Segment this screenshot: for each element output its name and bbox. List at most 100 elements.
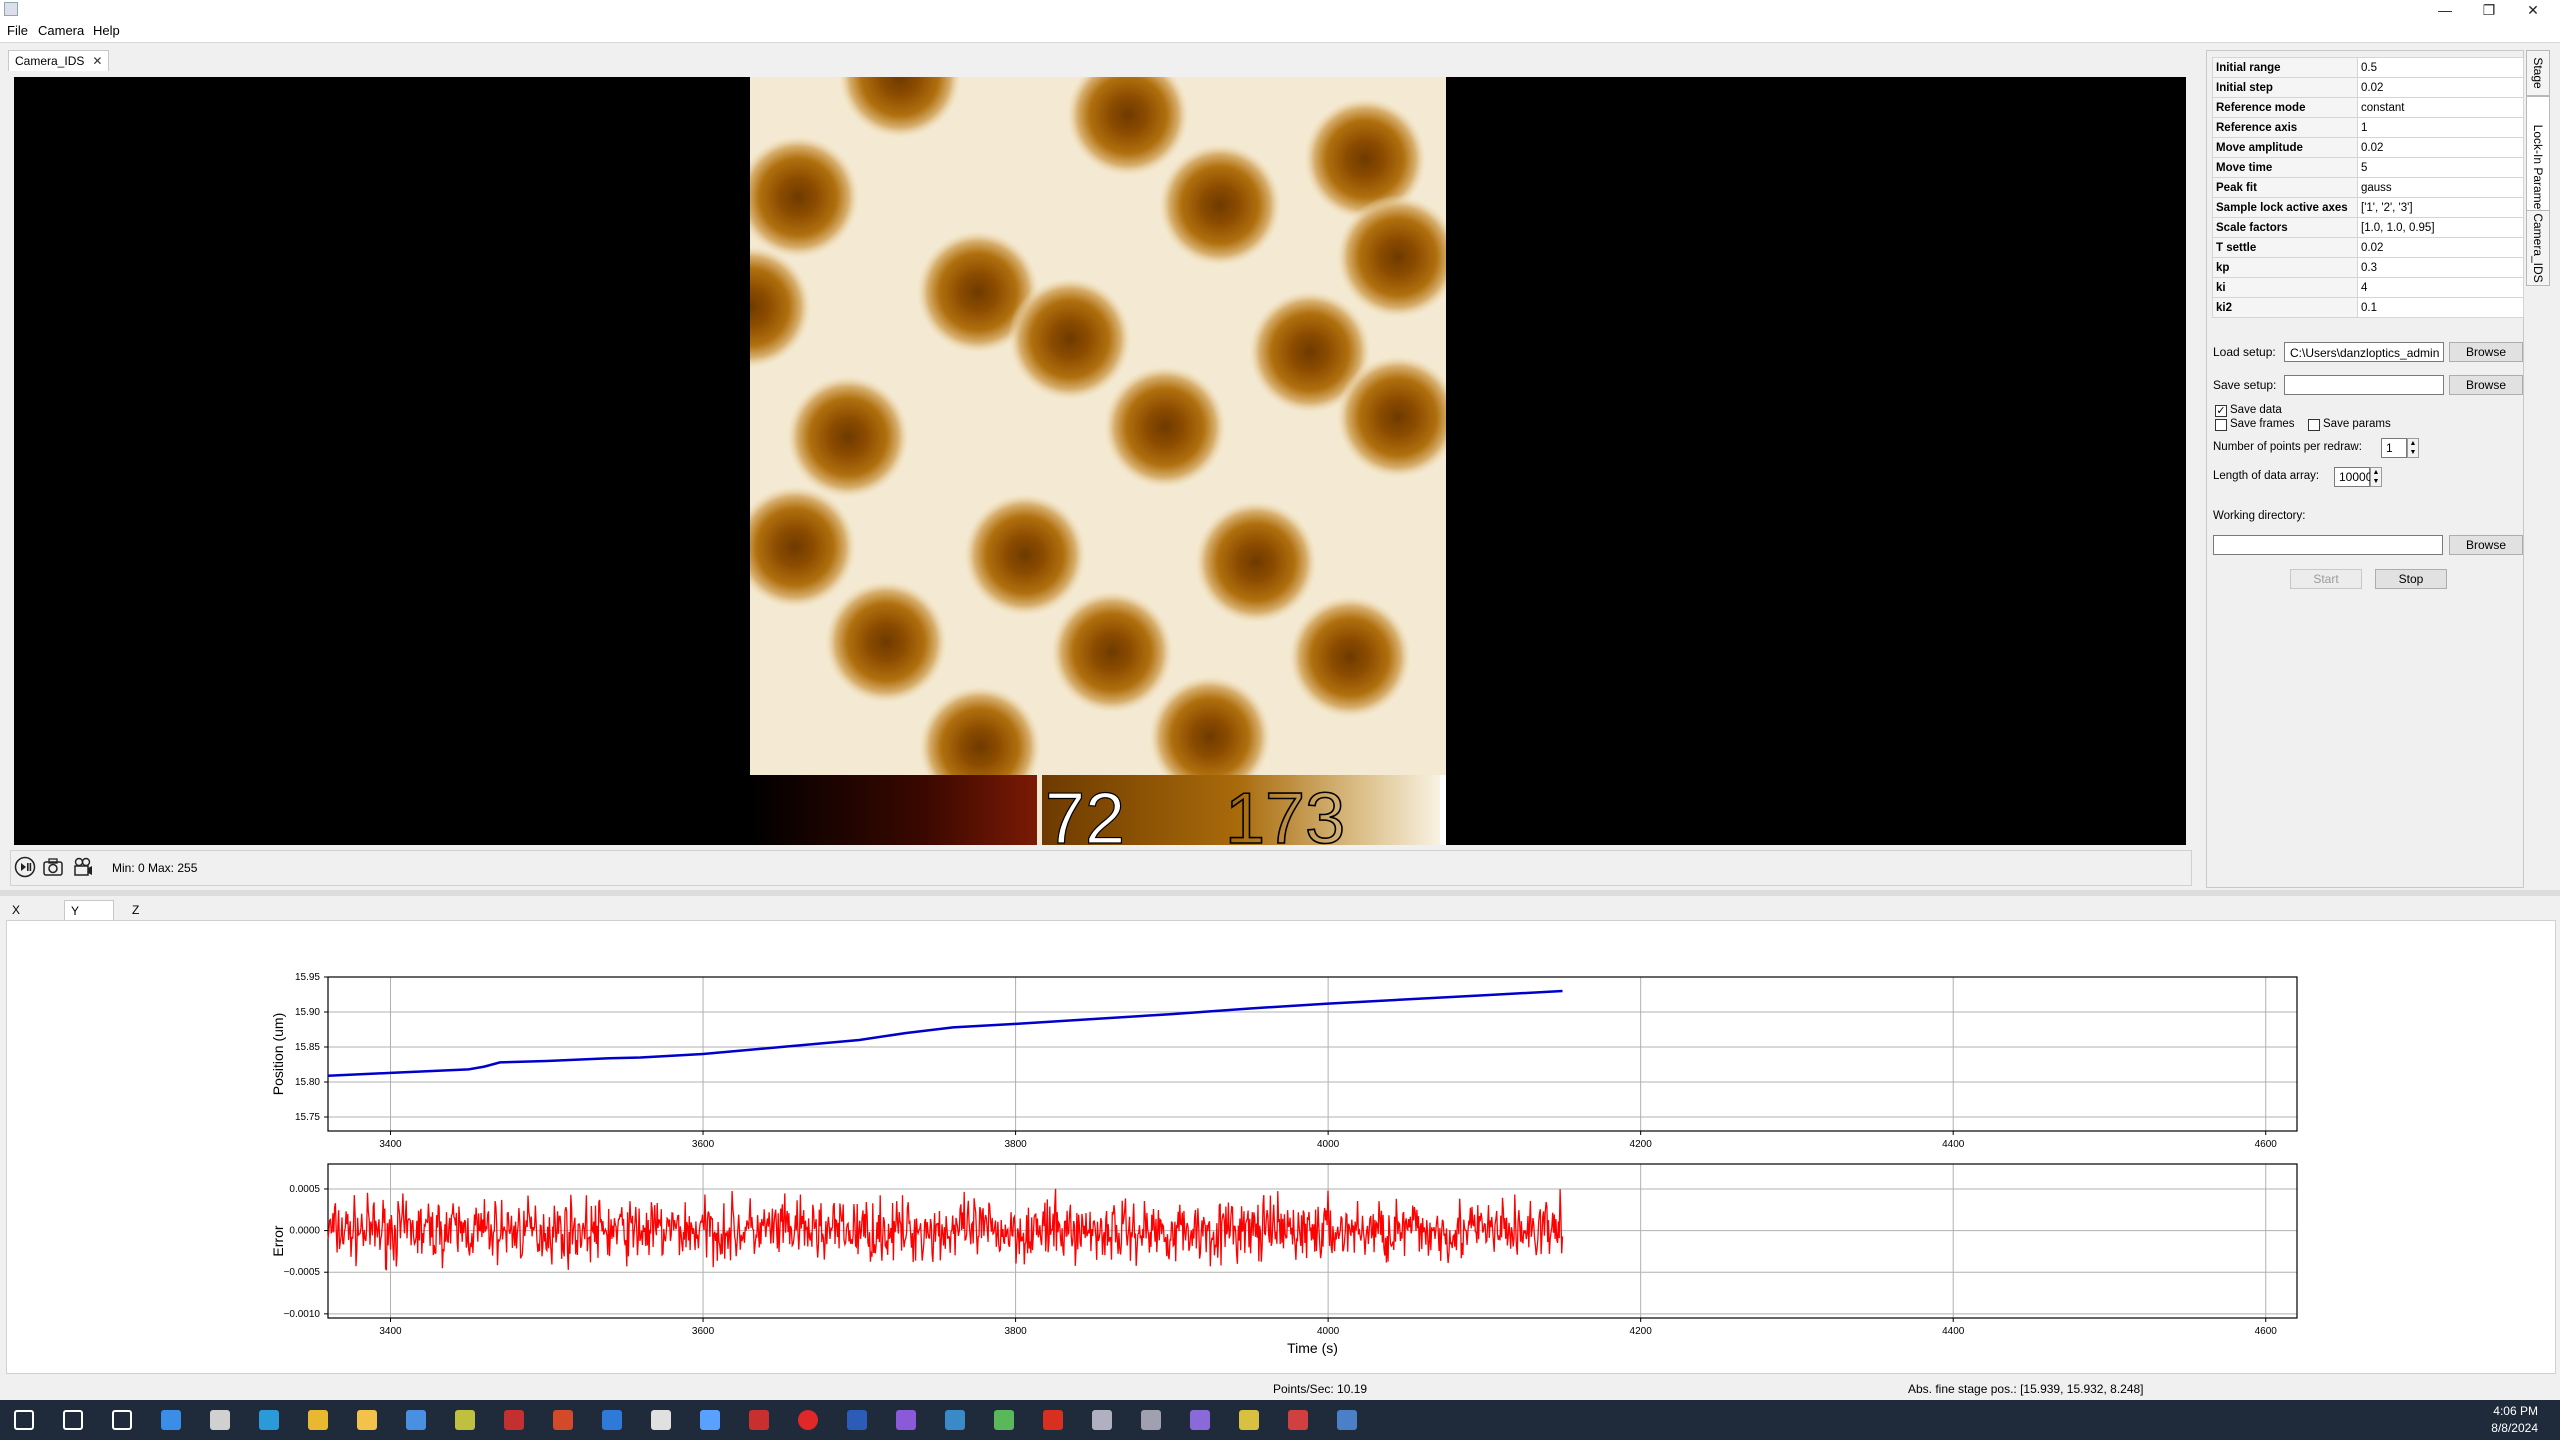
visual-studio-icon[interactable] [896, 1410, 916, 1430]
param-row[interactable]: Reference axis 1 [2212, 117, 2524, 138]
python-icon[interactable] [1337, 1410, 1357, 1430]
working-directory-browse-button[interactable]: Browse [2449, 535, 2523, 555]
splitter-handle[interactable] [0, 890, 2560, 896]
param-row[interactable]: Sample lock active axes ['1', '2', '3'] [2212, 197, 2524, 218]
file-explorer-icon[interactable] [357, 1410, 377, 1430]
param-value[interactable]: gauss [2357, 177, 2524, 198]
acrobat-icon[interactable] [1043, 1410, 1063, 1430]
save-params-checkbox[interactable] [2308, 419, 2320, 431]
diffraction-spot [1050, 590, 1174, 714]
param-row[interactable]: T settle 0.02 [2212, 237, 2524, 258]
app-icon[interactable] [161, 1410, 181, 1430]
colorbar-max-marker[interactable] [1440, 775, 1446, 845]
param-row[interactable]: kp 0.3 [2212, 257, 2524, 278]
app-icon[interactable] [504, 1410, 524, 1430]
param-value[interactable]: constant [2357, 97, 2524, 118]
param-row[interactable]: Move time 5 [2212, 157, 2524, 178]
stop-button[interactable]: Stop [2375, 569, 2447, 589]
param-value[interactable]: 0.5 [2357, 57, 2524, 78]
store-icon[interactable] [406, 1410, 426, 1430]
menu-file[interactable]: File [7, 23, 28, 38]
position-error-charts[interactable]: 3400 3600 3800 4000 4200 4400 4600 15.95 15.90 15… [7, 921, 2555, 1373]
github-icon[interactable] [1190, 1410, 1210, 1430]
param-row[interactable]: Move amplitude 0.02 [2212, 137, 2524, 158]
red-dot-icon[interactable] [798, 1410, 818, 1430]
start-icon[interactable] [14, 1410, 34, 1430]
edge-icon[interactable] [259, 1410, 279, 1430]
param-value[interactable]: 0.1 [2357, 297, 2524, 318]
save-setup-field[interactable] [2284, 375, 2444, 395]
param-value[interactable]: [1.0, 1.0, 0.95] [2357, 217, 2524, 238]
working-directory-field[interactable] [2213, 535, 2443, 555]
word-icon[interactable] [847, 1410, 867, 1430]
link-icon[interactable] [700, 1410, 720, 1430]
param-row[interactable]: ki 4 [2212, 277, 2524, 298]
tab-x-coord[interactable]: X Coord. [6, 900, 54, 937]
y-tick-label: 15.75 [295, 1112, 320, 1123]
save-data-checkbox[interactable]: ✓ [2215, 405, 2227, 417]
task-view-icon[interactable] [112, 1410, 132, 1430]
camera-toolbar [10, 850, 2192, 886]
param-row[interactable]: Reference mode constant [2212, 97, 2524, 118]
load-setup-browse-button[interactable]: Browse [2449, 342, 2523, 362]
app-icon[interactable] [749, 1410, 769, 1430]
search-icon[interactable] [63, 1410, 83, 1430]
save-frames-checkbox[interactable] [2215, 419, 2227, 431]
terminal-icon[interactable] [210, 1410, 230, 1430]
tab-camera-ids[interactable]: Camera_IDS ✕ [8, 50, 110, 71]
side-tab-stage[interactable]: Stage [2526, 50, 2550, 96]
x-tick-label: 4000 [1317, 1326, 1340, 1337]
tab-y-coord[interactable]: Y Coord. [64, 900, 115, 938]
param-value[interactable]: 4 [2357, 277, 2524, 298]
start-button[interactable]: Start [2290, 569, 2362, 589]
param-key: Initial step [2212, 77, 2358, 98]
app-icon[interactable] [553, 1410, 573, 1430]
app-icon[interactable] [1141, 1410, 1161, 1430]
chrome-icon[interactable] [308, 1410, 328, 1430]
video-record-icon[interactable] [72, 856, 94, 878]
param-value[interactable]: 0.02 [2357, 77, 2524, 98]
play-pause-icon[interactable] [14, 856, 36, 878]
load-setup-field[interactable]: C:\Users\danzloptics_admin [2284, 342, 2444, 362]
camera-snapshot-icon[interactable] [42, 856, 64, 878]
system-clock[interactable]: 4:06 PM 8/8/2024 [2491, 1403, 2538, 1437]
save-frames-label: Save frames [2230, 418, 2295, 430]
minimize-button[interactable]: — [2422, 0, 2468, 20]
colorbar-min-marker[interactable] [1037, 775, 1042, 845]
param-value[interactable]: 5 [2357, 157, 2524, 178]
param-value[interactable]: 0.02 [2357, 237, 2524, 258]
param-value[interactable]: 1 [2357, 117, 2524, 138]
app-icon[interactable] [455, 1410, 475, 1430]
menu-camera[interactable]: Camera [38, 23, 84, 38]
title-bar: — ❐ ✕ [0, 0, 2560, 20]
param-row[interactable]: Peak fit gauss [2212, 177, 2524, 198]
side-tab-camera-ids[interactable]: Camera_IDS [2526, 210, 2550, 286]
restore-button[interactable]: ❐ [2466, 0, 2512, 20]
param-row[interactable]: Initial step 0.02 [2212, 77, 2524, 98]
x-axis-label: Time (s) [1287, 1340, 1338, 1356]
param-row[interactable]: Initial range 0.5 [2212, 57, 2524, 78]
vscode-icon[interactable] [602, 1410, 622, 1430]
param-value[interactable]: 0.02 [2357, 137, 2524, 158]
settings-icon[interactable] [651, 1410, 671, 1430]
param-row[interactable]: ki2 0.1 [2212, 297, 2524, 318]
app-icon[interactable] [1288, 1410, 1308, 1430]
close-window-button[interactable]: ✕ [2510, 0, 2556, 20]
app-icon[interactable] [1239, 1410, 1259, 1430]
points-per-redraw-stepper[interactable]: ▲ ▼ [2407, 438, 2419, 458]
menu-help[interactable]: Help [93, 23, 120, 38]
points-per-redraw-input[interactable]: 1 [2381, 438, 2407, 458]
data-array-length-input[interactable]: 10000 [2334, 467, 2372, 487]
side-tab-bar: Stage Lock-In Parameters Camera_IDS [2526, 50, 2550, 286]
parameter-table: Initial range 0.5 Initial step 0.02 Referenc… [2212, 57, 2524, 318]
data-array-length-stepper[interactable]: ▲ ▼ [2370, 467, 2382, 487]
save-setup-browse-button[interactable]: Browse [2449, 375, 2523, 395]
app-icon[interactable] [1092, 1410, 1112, 1430]
close-icon[interactable]: ✕ [92, 54, 102, 68]
param-value[interactable]: 0.3 [2357, 257, 2524, 278]
tab-z-coord[interactable]: Z Coord. [126, 900, 174, 937]
param-value[interactable]: ['1', '2', '3'] [2357, 197, 2524, 218]
app-icon[interactable] [994, 1410, 1014, 1430]
param-row[interactable]: Scale factors [1.0, 1.0, 0.95] [2212, 217, 2524, 238]
app-icon[interactable] [945, 1410, 965, 1430]
